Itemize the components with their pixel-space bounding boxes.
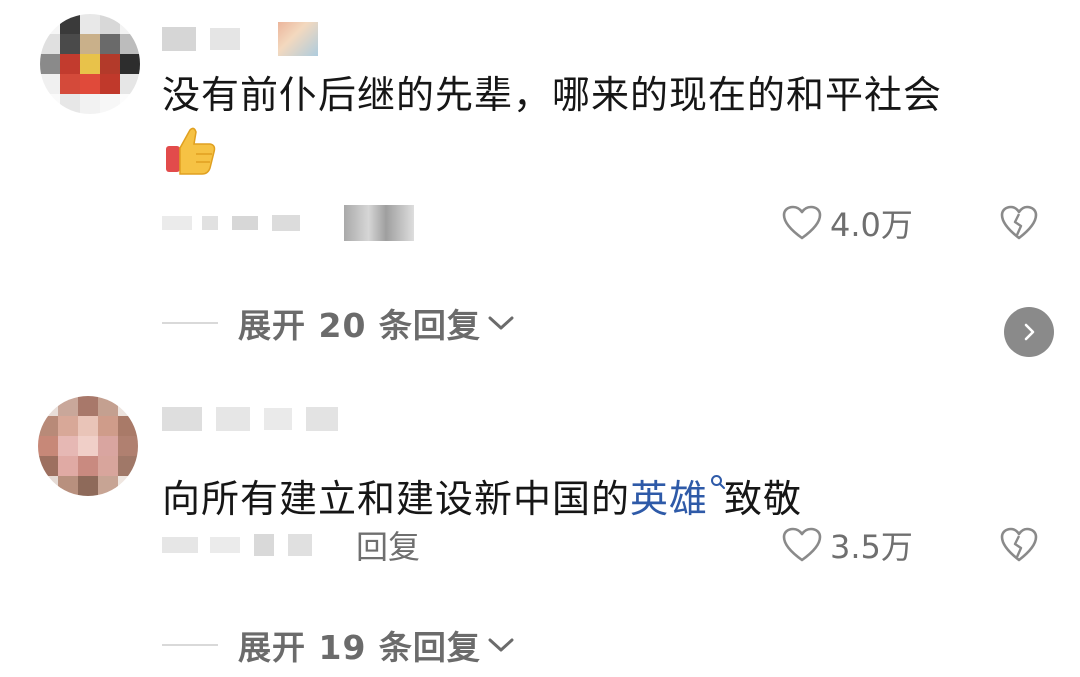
blurred-timestamp (272, 215, 300, 231)
blurred-timestamp (162, 216, 192, 230)
blurred-username-part (162, 27, 196, 51)
search-icon[interactable] (710, 452, 726, 489)
blurred-username-part (306, 407, 338, 431)
next-button[interactable] (1004, 307, 1054, 357)
chevron-right-icon (1024, 323, 1035, 341)
avatar[interactable] (40, 14, 140, 114)
comment-text: 向所有建立和建设新中国的英雄 致敬 (162, 452, 802, 524)
comment-meta (162, 200, 414, 246)
expand-replies[interactable]: 展开 20 条回复 (162, 300, 515, 346)
expand-replies-label: 展开 20 条回复 (238, 306, 481, 345)
blurred-username-part (210, 28, 240, 50)
comment-text-after: 致敬 (724, 477, 803, 521)
divider-line (162, 644, 218, 646)
expand-replies[interactable]: 展开 19 条回复 (162, 622, 515, 668)
like-button[interactable]: 3.5万 (782, 522, 913, 568)
divider-line (162, 322, 218, 324)
dislike-button[interactable] (998, 200, 1040, 246)
thumbs-up-icon (164, 124, 218, 182)
blurred-timestamp (202, 216, 218, 230)
dislike-button[interactable] (998, 522, 1040, 568)
blurred-timestamp (288, 534, 312, 556)
badge-icon (278, 22, 318, 56)
avatar[interactable] (38, 396, 138, 496)
broken-heart-icon (1000, 527, 1038, 562)
heart-outline-icon (782, 205, 822, 240)
username-blurred[interactable] (162, 22, 318, 56)
blurred-username-part (162, 407, 202, 431)
chevron-down-icon (487, 635, 515, 655)
blurred-reply[interactable] (344, 205, 414, 241)
comment-text: 没有前仆后继的先辈，哪来的现在的和平社会 (162, 70, 942, 120)
blurred-username-part (216, 407, 250, 431)
reply-button[interactable]: 回复 (356, 522, 420, 568)
blurred-timestamp (232, 216, 258, 230)
like-button[interactable]: 4.0万 (782, 200, 913, 246)
blurred-timestamp (162, 537, 198, 553)
comment-text-content: 没有前仆后继的先辈，哪来的现在的和平社会 (162, 73, 943, 117)
username-blurred[interactable] (162, 402, 338, 436)
expand-replies-label: 展开 19 条回复 (238, 628, 481, 667)
comment-meta: 回复 (162, 522, 420, 568)
heart-outline-icon (782, 527, 822, 562)
comment-text-before: 向所有建立和建设新中国的 (162, 477, 631, 521)
chevron-down-icon (487, 313, 515, 333)
like-count: 4.0万 (830, 206, 913, 244)
comment-list: 没有前仆后继的先辈，哪来的现在的和平社会 4.0万 展开 20 条回复 向所有建… (0, 0, 1080, 677)
like-count: 3.5万 (830, 528, 913, 566)
blurred-username-part (264, 408, 292, 430)
blurred-timestamp (254, 534, 274, 556)
blurred-timestamp (210, 537, 240, 553)
broken-heart-icon (1000, 205, 1038, 240)
search-link[interactable]: 英雄 (630, 477, 708, 521)
